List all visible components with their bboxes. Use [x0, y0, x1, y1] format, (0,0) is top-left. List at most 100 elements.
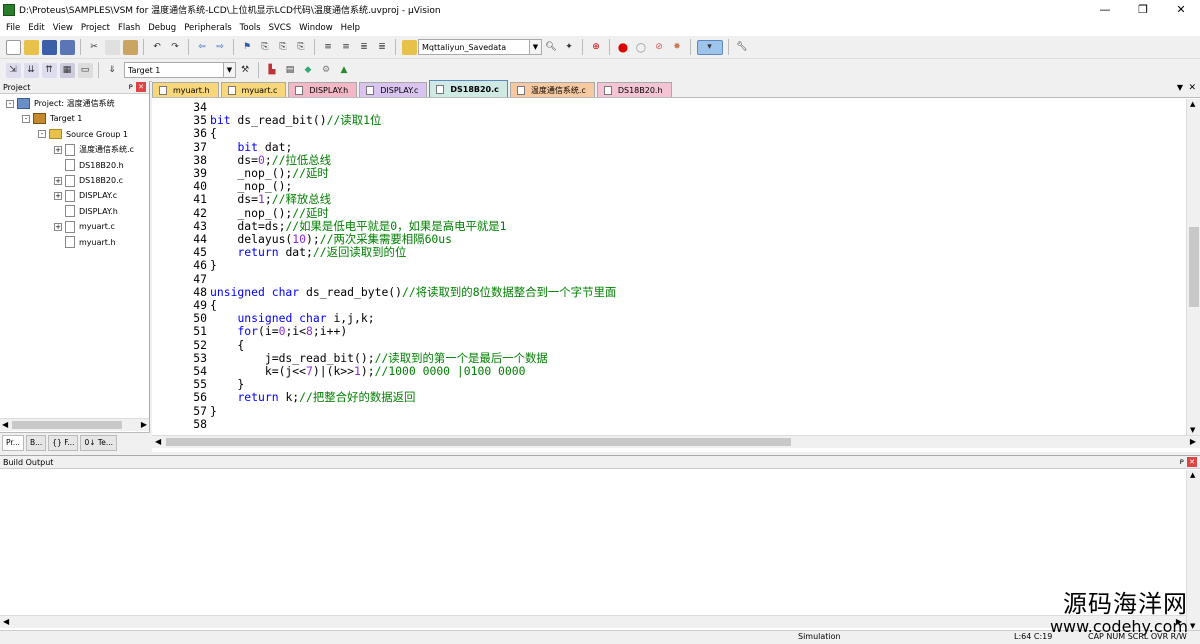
tree-node-file[interactable]: + DISPLAY.c — [54, 188, 117, 203]
panel-tab-3[interactable]: 0↓ Te... — [80, 434, 117, 451]
code-line[interactable]: } — [210, 404, 217, 418]
start-debug-icon[interactable]: ⊕ — [589, 40, 604, 55]
close-panel-icon[interactable]: ✕ — [1187, 457, 1197, 467]
kill-breakpoints-icon[interactable]: ✸ — [670, 40, 685, 55]
run-time-environment-icon[interactable]: ▲ — [337, 63, 352, 78]
indent-icon[interactable]: ≡ — [321, 40, 336, 55]
menu-edit[interactable]: Edit — [28, 23, 44, 33]
code-line[interactable]: { — [210, 338, 244, 352]
collapse-icon[interactable]: - — [6, 99, 14, 108]
tree-node-project[interactable]: - Project: 温度通信系统 — [6, 96, 115, 111]
open-folder-icon[interactable] — [23, 39, 39, 55]
code-line[interactable]: _nop_();//延时 — [210, 206, 328, 220]
expand-icon[interactable]: + — [54, 191, 62, 200]
menu-svcs[interactable]: SVCS — [269, 23, 292, 33]
target-options-icon[interactable]: ⚒ — [238, 63, 253, 78]
find-icon[interactable]: 🔍︎ — [544, 40, 559, 55]
editor-vertical-scrollbar[interactable]: ▲ ▼ — [1186, 99, 1200, 435]
navigate-forward-icon[interactable]: ⇨ — [213, 40, 228, 55]
code-line[interactable]: { — [210, 127, 217, 140]
code-line[interactable]: j=ds_read_bit();//读取到的第一个是最后一个数据 — [210, 351, 548, 365]
manage-project-icon[interactable]: ▙ — [265, 63, 280, 78]
code-line[interactable]: for(i=0;i<8;i++) — [210, 325, 347, 338]
tab-list-chevron-icon[interactable]: ▼ — [1177, 83, 1183, 92]
build-icon[interactable]: ⇊ — [23, 62, 39, 78]
expand-icon[interactable]: + — [54, 176, 62, 185]
tree-node-file[interactable]: + myuart.c — [54, 219, 115, 234]
unindent-icon[interactable]: ≡ — [339, 40, 354, 55]
code-line[interactable]: bit dat; — [210, 140, 292, 154]
menu-flash[interactable]: Flash — [118, 23, 140, 33]
menu-view[interactable]: View — [53, 23, 73, 33]
code-line[interactable]: return dat;//返回读取到的位 — [210, 245, 406, 259]
prev-bookmark-icon[interactable]: ⎘ — [258, 40, 273, 55]
code-line[interactable]: unsigned char i,j,k; — [210, 311, 374, 325]
configure-icon[interactable]: 🔧︎ — [735, 40, 750, 55]
menu-project[interactable]: Project — [81, 23, 110, 33]
menu-peripherals[interactable]: Peripherals — [184, 23, 231, 33]
code-line[interactable]: ds=0;//拉低总线 — [210, 153, 331, 167]
chevron-down-icon[interactable]: ▼ — [529, 40, 541, 54]
navigate-back-icon[interactable]: ⇦ — [195, 40, 210, 55]
translate-icon[interactable]: ⇲ — [5, 62, 21, 78]
find-combo[interactable]: Mqttaliyun_Savedata ▼ — [418, 39, 542, 55]
code-line[interactable]: dat=ds;//如果是低电平就是0，如果是高电平就是1 — [210, 219, 506, 233]
paste-icon[interactable] — [122, 39, 138, 55]
next-bookmark-icon[interactable]: ⎘ — [276, 40, 291, 55]
editor-tab[interactable]: myuart.h — [152, 82, 219, 97]
editor-tab[interactable]: myuart.c — [220, 82, 287, 97]
menu-window[interactable]: Window — [299, 23, 333, 33]
collapse-icon[interactable]: - — [22, 114, 30, 123]
uncomment-icon[interactable]: ≣ — [375, 40, 390, 55]
download-icon[interactable]: ⇓ — [105, 63, 120, 78]
enable-breakpoint-icon[interactable]: ○ — [634, 40, 649, 55]
editor-tab[interactable]: DISPLAY.h — [288, 82, 358, 97]
batch-build-icon[interactable]: ▦ — [59, 62, 75, 78]
maximize-button[interactable]: ❐ — [1124, 0, 1162, 19]
manage-books-icon[interactable]: ▤ — [283, 63, 298, 78]
build-output-text[interactable] — [0, 470, 1186, 615]
pin-icon[interactable]: ᴘ — [1180, 457, 1184, 466]
find-in-files-icon[interactable] — [401, 39, 417, 55]
editor-scroll-thumb[interactable] — [1189, 227, 1199, 307]
code-line[interactable]: ds=1;//释放总线 — [210, 193, 331, 206]
incremental-find-icon[interactable]: ✦ — [562, 40, 577, 55]
cut-icon[interactable]: ✂ — [87, 40, 102, 55]
close-tab-icon[interactable]: ✕ — [1188, 83, 1196, 93]
code-line[interactable]: k=(j<<7)|(k>>1);//1000 0000 |0100 0000 — [210, 364, 526, 378]
editor-tab[interactable]: DISPLAY.c — [359, 82, 428, 97]
tree-node-file[interactable]: + DS18B20.c — [54, 173, 123, 188]
code-line[interactable]: } — [210, 377, 244, 391]
redo-icon[interactable]: ↷ — [168, 40, 183, 55]
editor-tab[interactable]: 温度通信系统.c — [509, 82, 595, 97]
close-button[interactable]: ✕ — [1162, 0, 1200, 19]
collapse-icon[interactable]: - — [38, 130, 46, 139]
new-file-icon[interactable] — [5, 39, 21, 55]
panel-tab-0[interactable]: Pr... — [2, 434, 24, 451]
project-horizontal-scrollbar[interactable]: ◀ ▶ — [0, 418, 149, 431]
tree-node-file[interactable]: DISPLAY.h — [54, 204, 118, 219]
code-line[interactable]: } — [210, 259, 217, 272]
code-line[interactable]: return k;//把整合好的数据返回 — [210, 391, 415, 404]
build-vertical-scrollbar[interactable]: ▲ ▼ — [1186, 470, 1200, 631]
panel-tab-1[interactable]: B... — [25, 434, 47, 451]
stop-build-icon[interactable]: ▭ — [77, 62, 93, 78]
manage-components-icon[interactable]: ⚙ — [319, 63, 334, 78]
expand-icon[interactable]: + — [54, 145, 62, 154]
code-line[interactable]: _nop_(); — [210, 179, 292, 193]
tree-node-file[interactable]: + 温度通信系统.c — [54, 142, 134, 157]
tree-node-folder[interactable]: - Source Group 1 — [38, 127, 128, 142]
target-combo[interactable]: Target 1 ▼ — [124, 62, 236, 78]
chevron-down-icon[interactable]: ▼ — [223, 63, 235, 77]
editor-horizontal-scrollbar[interactable]: ◀ ▶ — [152, 435, 1200, 448]
menu-help[interactable]: Help — [341, 23, 360, 33]
close-panel-icon[interactable]: ✕ — [136, 82, 146, 92]
tree-node-target[interactable]: - Target 1 — [22, 111, 82, 126]
expand-icon[interactable]: + — [54, 222, 62, 231]
save-icon[interactable] — [41, 39, 57, 55]
tree-node-file[interactable]: myuart.h — [54, 235, 116, 250]
rebuild-icon[interactable]: ⇈ — [41, 62, 57, 78]
insert-breakpoint-icon[interactable]: ● — [616, 40, 631, 55]
disable-breakpoints-icon[interactable]: ⊘ — [652, 40, 667, 55]
minimize-button[interactable]: — — [1086, 0, 1124, 19]
